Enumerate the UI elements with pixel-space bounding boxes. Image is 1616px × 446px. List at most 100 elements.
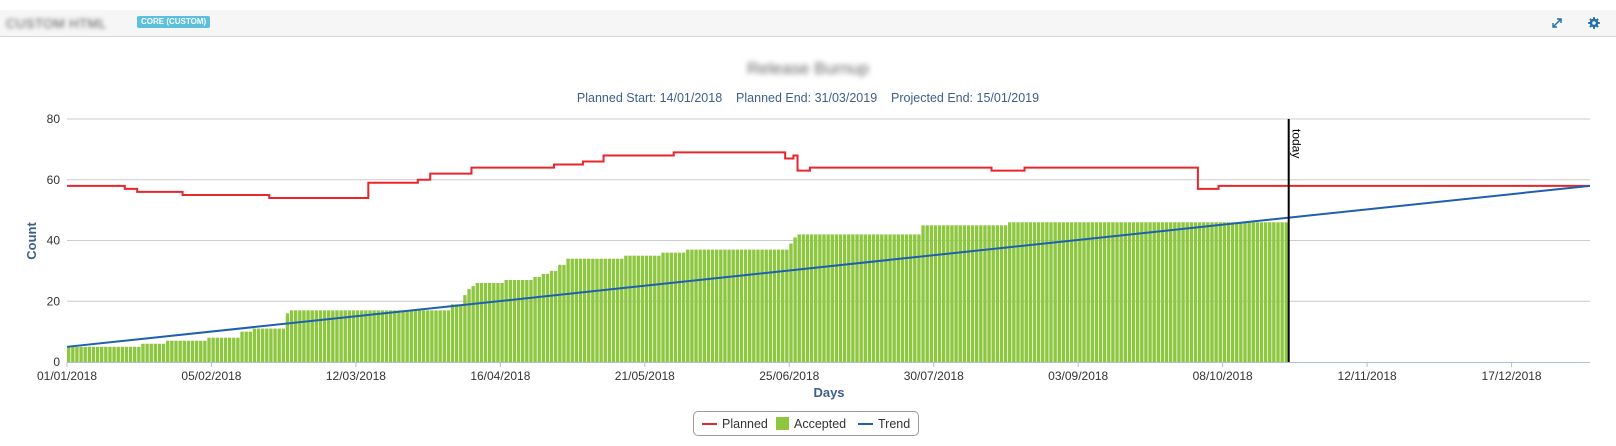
accepted-bar xyxy=(797,234,801,362)
legend-item-planned[interactable]: Planned xyxy=(702,417,768,431)
accepted-bar xyxy=(628,255,632,362)
y-tick-label: 20 xyxy=(47,294,61,308)
accepted-bar xyxy=(764,249,768,362)
accepted-bar xyxy=(966,225,971,362)
accepted-bar xyxy=(1098,222,1103,362)
accepted-bar xyxy=(615,258,620,362)
y-tick-label: 0 xyxy=(53,355,60,369)
x-tick-label: 08/10/2018 xyxy=(1193,369,1253,383)
accepted-bar xyxy=(186,340,191,362)
accepted-bar xyxy=(987,225,991,362)
accepted-bar xyxy=(67,346,71,362)
legend-item-trend[interactable]: Trend xyxy=(858,417,910,431)
accepted-bar xyxy=(1276,222,1280,362)
accepted-bar xyxy=(248,331,252,363)
accepted-bar xyxy=(306,310,310,362)
accepted-bar xyxy=(727,249,731,362)
accepted-bar xyxy=(384,310,389,362)
accepted-bar xyxy=(1173,222,1177,362)
accepted-bar xyxy=(318,310,323,362)
accepted-bar xyxy=(1197,222,1202,362)
accepted-bar xyxy=(785,249,789,362)
accepted-bar xyxy=(1152,222,1156,362)
accepted-bar xyxy=(1094,222,1099,362)
accepted-bar xyxy=(170,340,174,362)
accepted-bar xyxy=(479,283,484,362)
accepted-bar xyxy=(917,234,921,362)
accepted-bar xyxy=(826,234,830,362)
accepted-bar xyxy=(582,258,587,362)
accepted-bar xyxy=(562,264,566,362)
accepted-bar xyxy=(962,225,967,362)
accepted-bar xyxy=(995,225,1000,362)
accepted-bar xyxy=(302,310,306,362)
accepted-bar xyxy=(269,328,273,362)
accepted-bar xyxy=(979,225,983,362)
accepted-bar xyxy=(471,286,475,362)
accepted-bar xyxy=(545,273,550,362)
accepted-bar xyxy=(847,234,851,362)
accepted-bar xyxy=(240,331,244,363)
accepted-bar xyxy=(731,249,735,362)
accepted-bar xyxy=(681,252,686,362)
accepted-bar xyxy=(748,249,752,362)
accepted-bar xyxy=(587,258,591,362)
accepted-bar xyxy=(145,343,149,362)
accepted-bar xyxy=(888,234,892,362)
accepted-bar xyxy=(1024,222,1028,362)
accepted-bar xyxy=(1177,222,1181,362)
x-tick-label: 25/06/2018 xyxy=(759,369,819,383)
accepted-bar xyxy=(273,328,277,362)
accepted-bar xyxy=(789,243,793,362)
accepted-bar xyxy=(975,225,979,362)
accepted-bar xyxy=(166,340,170,362)
accepted-bar xyxy=(1119,222,1123,362)
accepted-bar xyxy=(294,310,298,362)
y-tick-label: 40 xyxy=(47,234,61,248)
accepted-bar xyxy=(100,346,104,362)
accepted-bar xyxy=(554,270,558,363)
accepted-bar xyxy=(227,337,232,362)
accepted-bar xyxy=(958,225,962,362)
accepted-bar xyxy=(690,249,694,362)
y-tick-label: 60 xyxy=(47,173,61,187)
legend-trend-label: Trend xyxy=(878,417,911,431)
accepted-bar xyxy=(454,304,459,362)
accepted-bars xyxy=(67,222,1288,363)
accepted-bar xyxy=(265,328,269,362)
accepted-bar xyxy=(834,234,839,362)
accepted-bar xyxy=(161,343,166,362)
accepted-bar xyxy=(360,310,364,362)
accepted-bar xyxy=(380,310,385,362)
accepted-bar xyxy=(875,234,880,362)
legend-item-accepted[interactable]: Accepted xyxy=(776,417,846,431)
y-axis-title: Count xyxy=(24,222,39,260)
accepted-bar xyxy=(79,346,83,362)
accepted-bar xyxy=(525,279,529,362)
accepted-bar xyxy=(512,279,517,362)
accepted-bar xyxy=(1243,222,1247,362)
accepted-bar xyxy=(921,225,925,362)
accepted-bar xyxy=(1181,222,1185,362)
accepted-bar xyxy=(533,276,537,362)
accepted-bar xyxy=(1189,222,1194,362)
accepted-bar xyxy=(752,249,756,362)
accepted-bar xyxy=(739,249,744,362)
accepted-bar xyxy=(603,258,607,362)
x-tick-label: 01/01/2018 xyxy=(37,369,97,383)
accepted-bar xyxy=(648,255,653,362)
legend-planned-swatch xyxy=(702,422,717,425)
accepted-bar xyxy=(368,310,372,362)
accepted-bar xyxy=(397,310,401,362)
accepted-bar xyxy=(884,234,888,362)
accepted-bar xyxy=(702,249,706,362)
accepted-bar xyxy=(1144,222,1148,362)
accepted-bar xyxy=(1131,222,1136,362)
accepted-bar xyxy=(120,346,125,362)
accepted-bar xyxy=(632,255,636,362)
accepted-bar xyxy=(772,249,777,362)
accepted-bar xyxy=(413,310,418,362)
accepted-bar xyxy=(417,310,422,362)
accepted-bar xyxy=(644,255,649,362)
accepted-bar xyxy=(859,234,863,362)
